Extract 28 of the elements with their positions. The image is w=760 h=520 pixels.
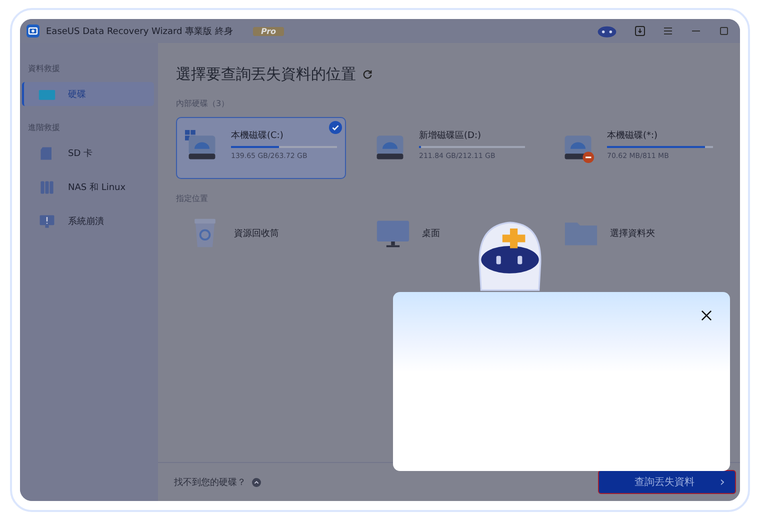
sidebar-item[interactable]: 硬碟 <box>22 82 154 106</box>
download-icon[interactable] <box>634 25 646 37</box>
monitor-alert-icon <box>38 214 56 228</box>
window-title: EaseUS Data Recovery Wizard 專業版 終身 <box>46 26 233 38</box>
sidebar-item[interactable]: SD 卡 <box>22 141 154 165</box>
page-title: 選擇要查詢丟失資料的位置 <box>176 65 356 84</box>
close-icon[interactable] <box>701 310 712 321</box>
sidebar-heading: 進階救援 <box>27 122 61 134</box>
sidebar-item[interactable]: NAS 和 Linux <box>22 175 154 199</box>
refresh-icon[interactable] <box>362 69 373 80</box>
drive-name: 本機磁碟(C:) <box>231 130 284 142</box>
pro-badge: Pro <box>252 26 284 36</box>
check-icon <box>329 121 342 134</box>
server-icon <box>38 180 56 194</box>
scan-button[interactable]: 查詢丟失資料 › <box>598 470 736 494</box>
section-heading: 內部硬碟（3） <box>176 98 230 109</box>
location-item[interactable]: 選擇資料夾 <box>552 212 667 254</box>
sidebar-heading: 資料救援 <box>27 63 61 75</box>
drive-name: 新增磁碟區(D:) <box>419 130 482 142</box>
location-item[interactable]: 桌面 <box>364 212 452 254</box>
expand-icon[interactable] <box>252 478 261 486</box>
app-logo-icon <box>26 24 40 38</box>
menu-icon[interactable] <box>662 25 674 37</box>
help-link[interactable]: 找不到您的硬碟？ <box>174 476 246 488</box>
location-item[interactable]: 資源回收筒 <box>176 212 291 254</box>
sidebar-item[interactable]: 系統崩潰 <box>22 209 154 233</box>
drive-name: 本機磁碟(*:) <box>607 130 659 142</box>
maximize-icon[interactable] <box>718 25 730 37</box>
